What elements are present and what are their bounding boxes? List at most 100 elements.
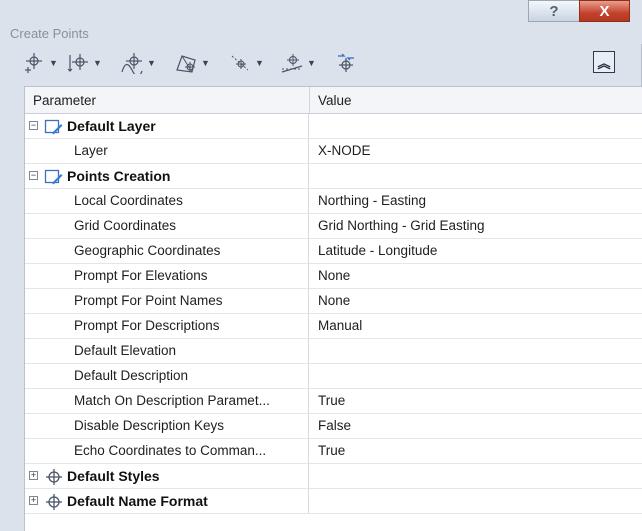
miscellaneous-points-button[interactable]: ▼	[22, 50, 58, 76]
category-label: Default Styles	[67, 468, 160, 484]
category-value-cell	[309, 164, 642, 189]
column-divider[interactable]	[309, 87, 310, 113]
category-label: Points Creation	[67, 168, 171, 184]
property-name[interactable]: Prompt For Elevations	[61, 264, 309, 289]
property-row[interactable]: Match On Description Paramet... True	[25, 389, 642, 414]
property-name[interactable]: Prompt For Point Names	[61, 289, 309, 314]
property-value[interactable]	[309, 364, 642, 389]
row-gutter	[25, 239, 61, 264]
help-icon: ?	[549, 2, 559, 20]
category-value-cell	[309, 464, 642, 489]
property-value[interactable]: Manual	[309, 314, 642, 339]
property-row[interactable]: Prompt For Point Names None	[25, 289, 642, 314]
category-cell[interactable]: + Default Name Format	[25, 489, 309, 514]
collapse-icon[interactable]: −	[29, 171, 38, 180]
category-row[interactable]: − Points Creation	[25, 164, 642, 189]
intersection-points-button[interactable]: ▼	[66, 50, 102, 76]
category-row[interactable]: − Default Layer	[25, 114, 642, 139]
category-cell[interactable]: + Default Styles	[25, 464, 309, 489]
surface-points-button[interactable]: ▼	[174, 50, 210, 76]
collapse-icon[interactable]: −	[29, 121, 38, 130]
category-row[interactable]: + Default Styles	[25, 464, 642, 489]
property-name[interactable]: Disable Description Keys	[61, 414, 309, 439]
property-name[interactable]: Geographic Coordinates	[61, 239, 309, 264]
property-value[interactable]	[309, 339, 642, 364]
property-value[interactable]: Northing - Easting	[309, 189, 642, 214]
alignment-points-icon	[121, 53, 143, 74]
property-value[interactable]: Grid Northing - Grid Easting	[309, 214, 642, 239]
property-row[interactable]: Grid Coordinates Grid Northing - Grid Eas…	[25, 214, 642, 239]
property-row[interactable]: Default Description	[25, 364, 642, 389]
dropdown-arrow-icon[interactable]: ▼	[201, 58, 210, 68]
point-style-icon	[44, 493, 64, 514]
row-gutter	[25, 314, 61, 339]
title-bar[interactable]: Create Points ? X	[0, 0, 642, 44]
row-gutter	[25, 364, 61, 389]
property-row[interactable]: Local Coordinates Northing - Easting	[25, 189, 642, 214]
property-name[interactable]: Prompt For Descriptions	[61, 314, 309, 339]
category-label: Default Layer	[67, 118, 156, 134]
dropdown-arrow-icon[interactable]: ▼	[49, 58, 58, 68]
property-name[interactable]: Grid Coordinates	[61, 214, 309, 239]
property-row[interactable]: Prompt For Descriptions Manual	[25, 314, 642, 339]
property-value[interactable]: False	[309, 414, 642, 439]
convert-points-button[interactable]	[334, 50, 358, 76]
row-gutter	[25, 439, 61, 464]
property-row[interactable]: Geographic Coordinates Latitude - Longitu…	[25, 239, 642, 264]
alignment-points-button[interactable]: ▼	[120, 50, 156, 76]
interpolate-points-button[interactable]: ▼	[228, 50, 264, 76]
layer-edit-icon	[44, 118, 64, 139]
dropdown-arrow-icon[interactable]: ▼	[307, 58, 316, 68]
property-row[interactable]: Prompt For Elevations None	[25, 264, 642, 289]
caption-buttons: ? X	[528, 0, 642, 26]
close-button[interactable]: X	[579, 0, 630, 22]
category-value-cell	[309, 489, 642, 514]
point-style-icon	[44, 468, 64, 489]
expand-icon[interactable]: +	[29, 471, 38, 480]
property-name[interactable]: Local Coordinates	[61, 189, 309, 214]
category-cell[interactable]: − Points Creation	[25, 164, 309, 189]
row-gutter	[25, 389, 61, 414]
property-row[interactable]: Default Elevation	[25, 339, 642, 364]
column-header-value[interactable]: Value	[318, 93, 352, 108]
row-gutter	[25, 339, 61, 364]
category-row[interactable]: + Default Name Format	[25, 489, 642, 514]
row-gutter	[25, 289, 61, 314]
dropdown-arrow-icon[interactable]: ▼	[93, 58, 102, 68]
grid-header: Parameter Value	[25, 87, 642, 114]
dropdown-arrow-icon[interactable]: ▼	[255, 58, 264, 68]
expand-icon[interactable]: +	[29, 496, 38, 505]
property-value[interactable]: True	[309, 389, 642, 414]
toolbar: ▼ ▼ ▼ ▼ ▼ ▼	[22, 48, 632, 78]
window-title: Create Points	[10, 26, 89, 41]
property-row[interactable]: Disable Description Keys False	[25, 414, 642, 439]
property-value[interactable]: True	[309, 439, 642, 464]
property-name[interactable]: Default Elevation	[61, 339, 309, 364]
layer-edit-icon	[44, 168, 64, 189]
interpolate-points-icon	[231, 55, 249, 71]
property-name[interactable]: Layer	[61, 139, 309, 164]
surface-points-icon	[176, 55, 196, 73]
intersection-points-icon	[67, 54, 88, 72]
property-value[interactable]: None	[309, 264, 642, 289]
property-name[interactable]: Match On Description Paramet...	[61, 389, 309, 414]
property-name[interactable]: Echo Coordinates to Comman...	[61, 439, 309, 464]
miscellaneous-points-icon	[25, 53, 42, 73]
category-label: Default Name Format	[67, 493, 208, 509]
property-row[interactable]: Layer X-NODE	[25, 139, 642, 164]
category-cell[interactable]: − Default Layer	[25, 114, 309, 139]
property-name[interactable]: Default Description	[61, 364, 309, 389]
row-gutter	[25, 189, 61, 214]
slope-points-button[interactable]: ▼	[280, 50, 316, 76]
collapse-expand-button[interactable]: ︽	[593, 51, 615, 73]
double-chevron-up-icon: ︽	[597, 55, 611, 71]
row-gutter	[25, 214, 61, 239]
dropdown-arrow-icon[interactable]: ▼	[147, 58, 156, 68]
column-header-parameter[interactable]: Parameter	[33, 93, 96, 108]
property-value[interactable]: X-NODE	[309, 139, 642, 164]
property-value[interactable]: None	[309, 289, 642, 314]
property-row[interactable]: Echo Coordinates to Comman... True	[25, 439, 642, 464]
help-button[interactable]: ?	[528, 0, 580, 22]
row-gutter	[25, 414, 61, 439]
property-value[interactable]: Latitude - Longitude	[309, 239, 642, 264]
